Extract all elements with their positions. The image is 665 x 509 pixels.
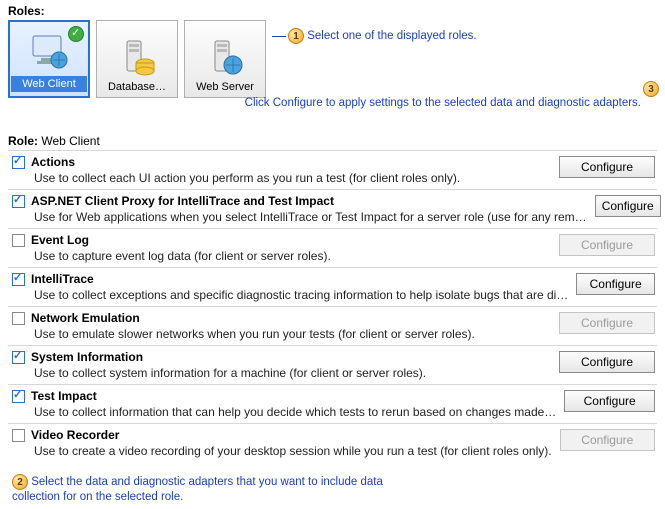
adapter-title: Test Impact	[31, 389, 97, 403]
adapter-row: Video Recorder Use to create a video reco…	[8, 423, 657, 462]
adapter-left: Video Recorder Use to create a video reco…	[8, 428, 552, 458]
adapter-left: ASP.NET Client Proxy for IntelliTrace an…	[8, 194, 587, 224]
annotation-1: 1 Select one of the displayed roles.	[288, 28, 477, 44]
role-heading-prefix: Role:	[8, 134, 38, 148]
role-tile-web-client[interactable]: Web Client	[8, 20, 90, 98]
adapter-left: Event Log Use to capture event log data (…	[8, 233, 551, 263]
annotation-badge-1: 1	[288, 28, 304, 44]
adapter-list: Actions Use to collect each UI action you…	[8, 150, 657, 462]
configure-button: Configure	[559, 312, 655, 334]
role-label: Web Server	[196, 81, 254, 93]
adapter-checkbox[interactable]	[12, 156, 25, 169]
annotation-3-text: Click Configure to apply settings to the…	[245, 96, 641, 110]
role-heading-value: Web Client	[41, 134, 99, 148]
configure-button: Configure	[560, 429, 655, 451]
role-icon-database	[115, 37, 159, 77]
adapter-desc: Use to collect each UI action you perfor…	[12, 171, 551, 185]
adapter-row: Network Emulation Use to emulate slower n…	[8, 306, 657, 345]
adapter-left: Test Impact Use to collect information th…	[8, 389, 556, 419]
configure-button: Configure	[559, 234, 655, 256]
adapter-title: ASP.NET Client Proxy for IntelliTrace an…	[31, 194, 334, 208]
adapter-row: Test Impact Use to collect information th…	[8, 384, 657, 423]
role-label: Web Client	[11, 76, 87, 92]
adapter-desc: Use to capture event log data (for clien…	[12, 249, 551, 263]
role-tile-database[interactable]: Database…	[96, 20, 178, 98]
adapter-title: System Information	[31, 350, 143, 364]
configure-button[interactable]: Configure	[559, 351, 655, 373]
adapter-title: Video Recorder	[31, 428, 119, 442]
role-heading: Role: Web Client	[0, 128, 665, 150]
adapter-checkbox[interactable]	[12, 351, 25, 364]
adapter-checkbox[interactable]	[12, 234, 25, 247]
role-tile-web-server[interactable]: Web Server	[184, 20, 266, 98]
annotation-2: 2 Select the data and diagnostic adapter…	[12, 474, 432, 505]
configure-button[interactable]: Configure	[595, 195, 661, 217]
configure-button[interactable]: Configure	[564, 390, 655, 412]
adapter-desc: Use to create a video recording of your …	[12, 444, 552, 458]
configure-button[interactable]: Configure	[559, 156, 655, 178]
role-icon-web-client	[27, 32, 71, 72]
role-check-icon	[68, 26, 84, 42]
adapter-desc: Use to emulate slower networks when you …	[12, 327, 551, 341]
adapter-title: Event Log	[31, 233, 89, 247]
adapter-left: Network Emulation Use to emulate slower n…	[8, 311, 551, 341]
role-label: Database…	[108, 81, 166, 93]
adapter-checkbox[interactable]	[12, 195, 25, 208]
adapter-row: IntelliTrace Use to collect exceptions an…	[8, 267, 657, 306]
configure-button[interactable]: Configure	[576, 273, 655, 295]
adapter-title: Actions	[31, 155, 75, 169]
adapter-desc: Use to collect system information for a …	[12, 366, 551, 380]
annotation-badge-3-wrap: 3	[643, 81, 659, 97]
adapter-left: System Information Use to collect system …	[8, 350, 551, 380]
adapter-title: IntelliTrace	[31, 272, 94, 286]
adapter-left: IntelliTrace Use to collect exceptions an…	[8, 272, 568, 302]
adapter-checkbox[interactable]	[12, 312, 25, 325]
annotation-1-connector	[272, 36, 286, 37]
annotation-badge-2: 2	[12, 474, 28, 490]
adapter-desc: Use for Web applications when you select…	[12, 210, 587, 224]
role-icon-web-server	[203, 37, 247, 77]
annotation-1-text: Select one of the displayed roles.	[307, 30, 476, 42]
adapter-checkbox[interactable]	[12, 273, 25, 286]
adapter-title: Network Emulation	[31, 311, 140, 325]
adapter-desc: Use to collect information that can help…	[12, 405, 556, 419]
annotation-2-text: Select the data and diagnostic adapters …	[12, 476, 383, 503]
adapter-desc: Use to collect exceptions and specific d…	[12, 288, 568, 302]
adapter-row: Actions Use to collect each UI action you…	[8, 150, 657, 189]
roles-section-label: Roles:	[0, 0, 665, 20]
adapter-left: Actions Use to collect each UI action you…	[8, 155, 551, 185]
adapter-checkbox[interactable]	[12, 390, 25, 403]
adapter-checkbox[interactable]	[12, 429, 25, 442]
annotation-badge-3: 3	[643, 81, 659, 97]
adapter-row: Event Log Use to capture event log data (…	[8, 228, 657, 267]
adapter-row: ASP.NET Client Proxy for IntelliTrace an…	[8, 189, 657, 228]
adapter-row: System Information Use to collect system …	[8, 345, 657, 384]
